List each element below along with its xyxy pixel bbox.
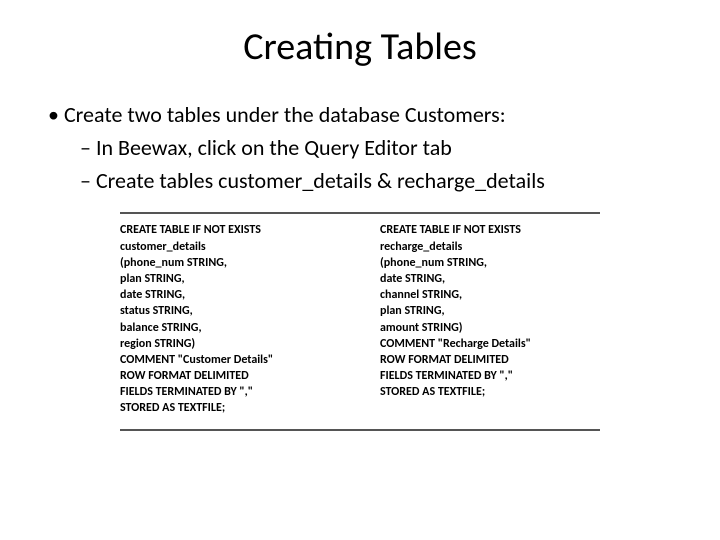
bullet-level2: In Beewax, click on the Query Editor tab <box>80 133 684 164</box>
code-block-right: CREATE TABLE IF NOT EXISTSrecharge_detai… <box>380 222 600 416</box>
code-line: ROW FORMAT DELIMITED <box>120 368 340 384</box>
slide-title: Creating Tables <box>36 24 684 70</box>
code-line: amount STRING) <box>380 320 600 336</box>
code-block-container: CREATE TABLE IF NOT EXISTScustomer_detai… <box>120 212 600 430</box>
code-line: ROW FORMAT DELIMITED <box>380 352 600 368</box>
code-line: recharge_details <box>380 239 600 255</box>
code-line: FIELDS TERMINATED BY "," <box>120 384 340 400</box>
code-line: plan STRING, <box>380 303 600 319</box>
code-line: plan STRING, <box>120 271 340 287</box>
code-line: STORED AS TEXTFILE; <box>120 400 340 416</box>
bullet-list: Create two tables under the database Cus… <box>48 100 684 196</box>
code-line: COMMENT "Customer Details" <box>120 352 340 368</box>
code-line: COMMENT "Recharge Details" <box>380 336 600 352</box>
code-line: CREATE TABLE IF NOT EXISTS <box>380 222 600 238</box>
bullet-level2: Create tables customer_details & recharg… <box>80 166 684 197</box>
code-line: balance STRING, <box>120 320 340 336</box>
code-line: customer_details <box>120 239 340 255</box>
code-line: (phone_num STRING, <box>380 255 600 271</box>
code-line: STORED AS TEXTFILE; <box>380 384 600 400</box>
code-line: channel STRING, <box>380 287 600 303</box>
code-line: status STRING, <box>120 303 340 319</box>
bullet-level1: Create two tables under the database Cus… <box>48 100 684 131</box>
code-line: date STRING, <box>380 271 600 287</box>
code-line: region STRING) <box>120 336 340 352</box>
code-line: date STRING, <box>120 287 340 303</box>
code-block-left: CREATE TABLE IF NOT EXISTScustomer_detai… <box>120 222 340 416</box>
code-line: (phone_num STRING, <box>120 255 340 271</box>
code-line: FIELDS TERMINATED BY "," <box>380 368 600 384</box>
code-line: CREATE TABLE IF NOT EXISTS <box>120 222 340 238</box>
